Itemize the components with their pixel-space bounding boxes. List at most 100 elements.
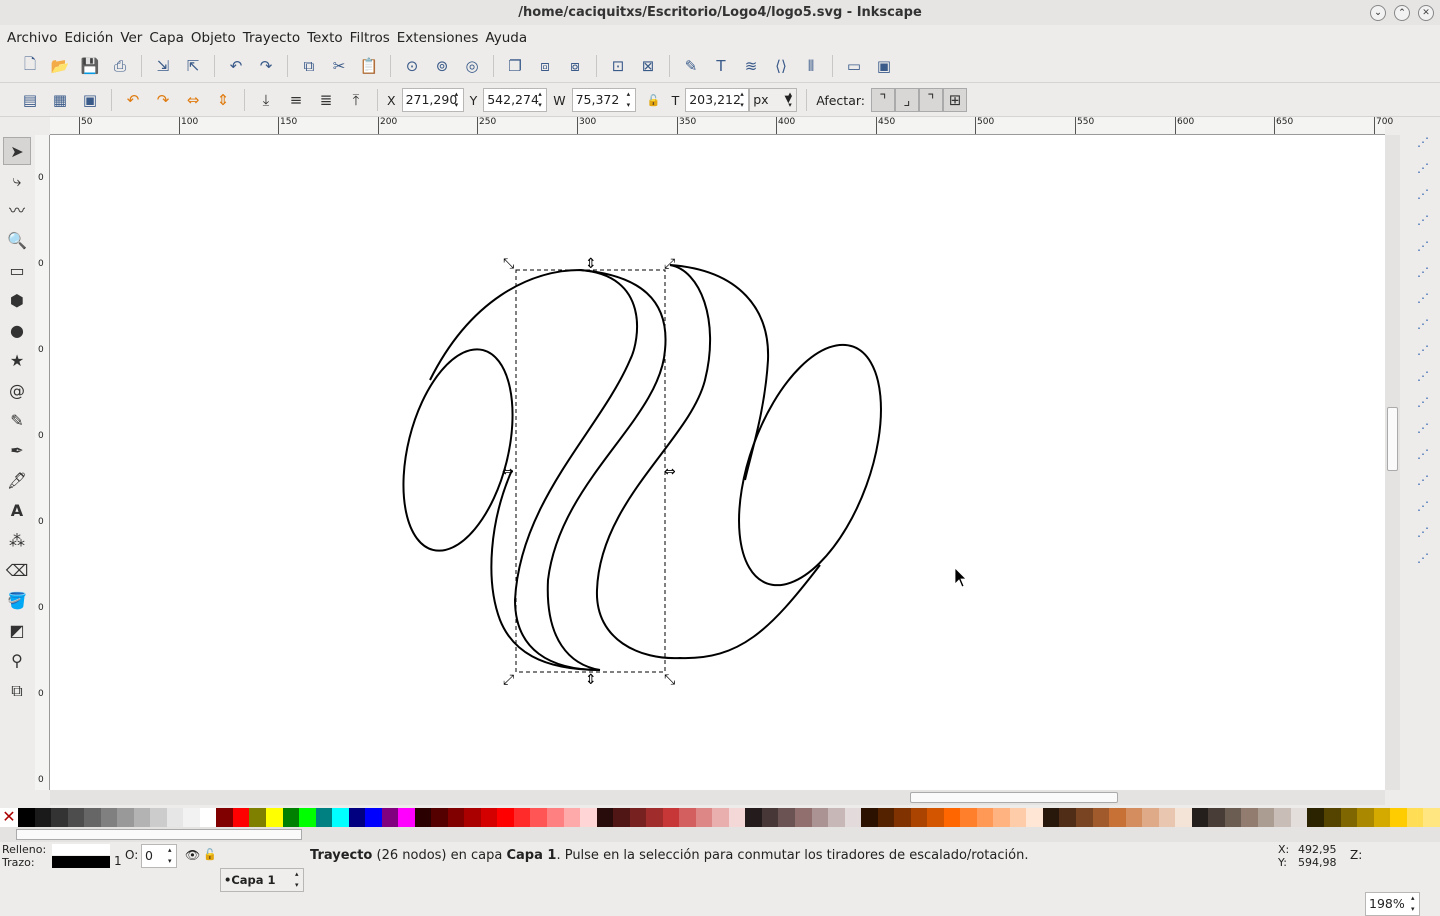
snap-smooth-nodes-icon[interactable]: ⋰: [1411, 390, 1435, 414]
height-input[interactable]: 203,212: [685, 88, 750, 112]
color-swatch[interactable]: [315, 808, 333, 827]
snap-bbox-edge-icon[interactable]: ⋰: [1411, 182, 1435, 206]
deselect-icon[interactable]: ▣: [78, 88, 102, 112]
paint-bucket-tool-icon[interactable]: 🪣: [3, 587, 31, 615]
menu-7[interactable]: Filtros: [349, 26, 396, 50]
horizontal-scrollbar[interactable]: [50, 790, 1385, 805]
scale-handle-w[interactable]: ⇔: [502, 464, 514, 480]
color-swatch[interactable]: [976, 808, 994, 827]
color-swatch[interactable]: [199, 808, 217, 827]
color-swatch[interactable]: [67, 808, 85, 827]
new-icon[interactable]: 🗋: [18, 54, 42, 78]
snap-bbox-icon[interactable]: ⋰: [1411, 156, 1435, 180]
color-swatch[interactable]: [761, 808, 779, 827]
snap-bbox-center-icon[interactable]: ⋰: [1411, 260, 1435, 284]
color-swatch[interactable]: [1373, 808, 1391, 827]
color-swatch[interactable]: [1406, 808, 1424, 827]
copy-icon[interactable]: ⧉: [297, 54, 321, 78]
color-swatch[interactable]: [596, 808, 614, 827]
gradient-tool-icon[interactable]: ◩: [3, 617, 31, 645]
text-font-icon[interactable]: T: [709, 54, 733, 78]
selector-tool-icon[interactable]: ➤: [3, 137, 31, 165]
menu-6[interactable]: Texto: [306, 26, 349, 50]
color-swatch[interactable]: [877, 808, 895, 827]
color-swatch[interactable]: [861, 808, 878, 827]
star-tool-icon[interactable]: ★: [3, 347, 31, 375]
color-swatch[interactable]: [695, 808, 713, 827]
menu-9[interactable]: Ayuda: [484, 26, 533, 50]
color-swatch[interactable]: [1257, 808, 1275, 827]
drawing-canvas[interactable]: ⤡ ⇕ ⤢ ⇔ ⇔ ⤢ ⇕ ⤡: [50, 135, 1385, 790]
color-swatch[interactable]: [480, 808, 498, 827]
preferences-icon[interactable]: ▭: [842, 54, 866, 78]
y-input[interactable]: 542,274: [483, 88, 548, 112]
rectangle-tool-icon[interactable]: ▭: [3, 257, 31, 285]
color-swatch[interactable]: [662, 808, 680, 827]
color-swatch[interactable]: [84, 808, 101, 827]
calligraphy-tool-icon[interactable]: 🖋: [3, 467, 31, 495]
color-swatch[interactable]: [679, 808, 696, 827]
menu-3[interactable]: Capa: [148, 26, 190, 50]
color-swatch[interactable]: [150, 808, 167, 827]
spray-tool-icon[interactable]: ⁂: [3, 527, 31, 555]
scale-handle-sw[interactable]: ⤢: [503, 672, 514, 688]
lower-icon[interactable]: ≡: [284, 88, 308, 112]
paste-icon[interactable]: 📋: [357, 54, 381, 78]
color-swatch[interactable]: [1390, 808, 1407, 827]
color-swatch[interactable]: [117, 808, 134, 827]
scale-handle-se[interactable]: ⤡: [664, 672, 675, 688]
snap-object-center-icon[interactable]: ⋰: [1411, 442, 1435, 466]
select-all-icon[interactable]: ▤: [18, 88, 42, 112]
color-swatch[interactable]: [183, 808, 200, 827]
select-all-layers-icon[interactable]: ▦: [48, 88, 72, 112]
color-swatch[interactable]: [299, 808, 316, 827]
color-swatch[interactable]: [464, 808, 481, 827]
stroke-indicator[interactable]: [52, 856, 110, 868]
snap-cusp-nodes-icon[interactable]: ⋰: [1411, 364, 1435, 388]
color-swatch[interactable]: [580, 808, 597, 827]
color-swatch[interactable]: [927, 808, 944, 827]
color-swatch[interactable]: [497, 808, 514, 827]
snap-nodes-icon[interactable]: ⋰: [1411, 286, 1435, 310]
color-swatch[interactable]: [265, 808, 283, 827]
tweak-tool-icon[interactable]: 〰: [3, 197, 31, 225]
color-swatch[interactable]: [778, 808, 795, 827]
clone-icon[interactable]: ⧈: [533, 54, 557, 78]
eraser-tool-icon[interactable]: ⌫: [3, 557, 31, 585]
connector-tool-icon[interactable]: ⧉: [3, 677, 31, 705]
snap-enable-icon[interactable]: ⋰: [1411, 130, 1435, 154]
rotate-ccw-icon[interactable]: ↶: [121, 88, 145, 112]
color-swatch[interactable]: [910, 808, 928, 827]
no-paint-swatch[interactable]: ✕: [0, 808, 18, 827]
close-button[interactable]: ✕: [1418, 5, 1434, 21]
snap-guide-icon[interactable]: ⋰: [1411, 546, 1435, 570]
cut-icon[interactable]: ✂: [327, 54, 351, 78]
color-swatch[interactable]: [563, 808, 581, 827]
color-swatch[interactable]: [1076, 808, 1093, 827]
snap-bbox-midpoint-icon[interactable]: ⋰: [1411, 234, 1435, 258]
import-icon[interactable]: ⇲: [151, 54, 175, 78]
document-properties-icon[interactable]: ▣: [872, 54, 896, 78]
rotate-cw-icon[interactable]: ↷: [151, 88, 175, 112]
color-swatch[interactable]: [1125, 808, 1143, 827]
print-icon[interactable]: ⎙: [108, 54, 132, 78]
color-swatch[interactable]: [100, 808, 118, 827]
snap-rotation-center-icon[interactable]: ⋰: [1411, 468, 1435, 492]
color-swatch[interactable]: [398, 808, 415, 827]
color-swatch[interactable]: [282, 808, 300, 827]
scale-stroke-toggle[interactable]: ⌝: [871, 88, 895, 112]
scale-handle-s[interactable]: ⇕: [585, 672, 597, 688]
color-swatch[interactable]: [249, 808, 266, 827]
color-swatch[interactable]: [828, 808, 845, 827]
duplicate-icon[interactable]: ❐: [503, 54, 527, 78]
color-swatch[interactable]: [844, 808, 862, 827]
snap-bbox-corner-icon[interactable]: ⋰: [1411, 208, 1435, 232]
maximize-button[interactable]: ⌃: [1394, 5, 1410, 21]
color-swatch[interactable]: [133, 808, 151, 827]
color-swatch[interactable]: [232, 808, 250, 827]
color-swatch[interactable]: [794, 808, 812, 827]
ungroup-icon[interactable]: ⊠: [636, 54, 660, 78]
lock-layer-icon[interactable]: 🔓: [203, 848, 217, 861]
scale-handle-n[interactable]: ⇕: [585, 256, 597, 272]
snap-page-icon[interactable]: ⋰: [1411, 494, 1435, 518]
